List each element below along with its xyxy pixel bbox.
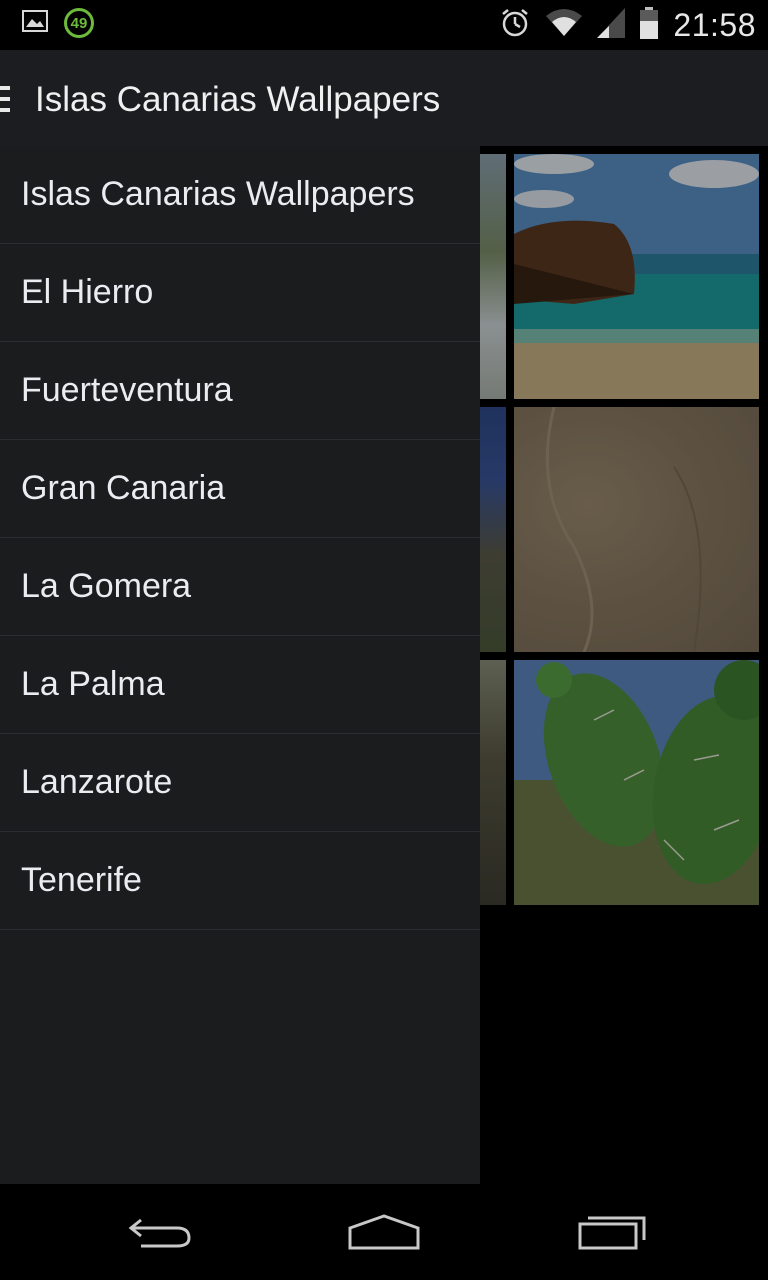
drawer-item-el-hierro[interactable]: El Hierro [0,244,480,342]
drawer-item-label: Gran Canaria [21,469,226,507]
image-icon [22,9,48,37]
drawer-item-label: Lanzarote [21,763,173,801]
recents-icon[interactable] [570,1212,650,1252]
drawer-item-label: Islas Canarias Wallpapers [21,175,415,213]
drawer-item-gran-canaria[interactable]: Gran Canaria [0,440,480,538]
battery-saver-badge: 49 [64,8,94,38]
drawer-item-label: El Hierro [21,273,154,311]
cactus-photo[interactable] [514,660,759,905]
home-icon[interactable] [344,1212,424,1252]
system-nav-bar [0,1184,768,1280]
drawer-item-la-palma[interactable]: La Palma [0,636,480,734]
drawer-item-all[interactable]: Islas Canarias Wallpapers [0,146,480,244]
drawer-item-label: La Palma [21,665,165,703]
sand-dune-photo[interactable] [514,407,759,652]
battery-icon [639,6,659,44]
signal-icon [597,7,626,43]
drawer-item-lanzarote[interactable]: Lanzarote [0,734,480,832]
alarm-icon [499,7,531,44]
drawer-item-fuerteventura[interactable]: Fuerteventura [0,342,480,440]
navigation-drawer: Islas Canarias Wallpapers El Hierro Fuer… [0,146,480,1184]
wifi-icon [545,8,583,43]
status-bar: 49 21:58 [0,0,768,50]
drawer-item-label: Tenerife [21,861,142,899]
drawer-item-la-gomera[interactable]: La Gomera [0,538,480,636]
back-icon[interactable] [120,1212,200,1252]
app-title[interactable]: Islas Canarias Wallpapers [35,80,440,120]
drawer-item-label: Fuerteventura [21,371,233,409]
drawer-item-tenerife[interactable]: Tenerife [0,832,480,930]
hamburger-icon[interactable] [0,86,10,112]
drawer-item-label: La Gomera [21,567,192,605]
action-bar: Islas Canarias Wallpapers [0,50,768,146]
beach-cliff-photo[interactable] [514,154,759,399]
clock: 21:58 [673,6,756,43]
